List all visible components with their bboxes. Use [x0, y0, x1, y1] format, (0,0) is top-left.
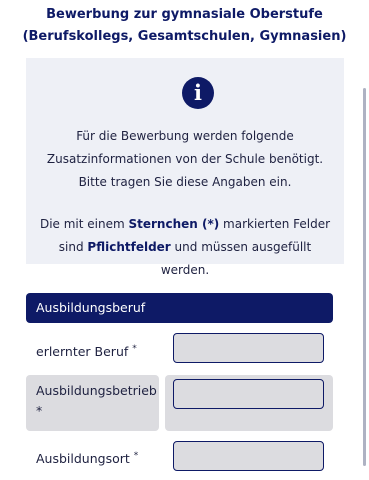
field-label-text: erlernter Beruf	[36, 344, 129, 360]
info-line-5-pre: sind	[58, 240, 88, 254]
erlernter-beruf-input[interactable]	[173, 333, 324, 363]
scrollbar[interactable]	[363, 88, 366, 466]
page-title: Bewerbung zur gymnasiale Oberstufe (Beru…	[0, 4, 369, 48]
info-box: i Für die Bewerbung werden folgende Zusa…	[26, 58, 344, 277]
field-label-ausbildungsbetrieb: Ausbildungsbetrieb *	[36, 381, 157, 421]
required-mark: *	[36, 403, 43, 418]
ausbildungsort-input[interactable]	[173, 441, 324, 471]
info-line-4-pre: Die mit einem	[39, 217, 129, 231]
mandatory-hint: Pflichtfelder	[87, 240, 171, 254]
page-title-line1: Bewerbung zur gymnasiale Oberstufe	[46, 7, 323, 22]
required-hint: Sternchen (*)	[128, 217, 220, 231]
field-label-text: Ausbildungsbetrieb	[36, 383, 157, 398]
field-label-ausbildungsort: Ausbildungsort *	[36, 446, 138, 469]
ausbildungsbetrieb-input[interactable]	[173, 379, 324, 409]
info-line-5-post: und müssen ausgefüllt werden.	[160, 240, 312, 277]
info-line-1: Für die Bewerbung werden folgende	[76, 129, 294, 143]
info-text: Für die Bewerbung werden folgende Zusatz…	[34, 125, 336, 282]
info-line-3: Bitte tragen Sie diese Angaben ein.	[78, 175, 292, 189]
info-icon: i	[182, 77, 214, 109]
required-mark: *	[133, 451, 139, 461]
section-header: Ausbildungsberuf	[26, 293, 333, 323]
info-line-2: Zusatzinformationen von der Schule benöt…	[46, 152, 324, 166]
page-title-line2: (Berufskollegs, Gesamtschulen, Gymnasien…	[22, 29, 347, 44]
field-label-text: Ausbildungsort	[36, 451, 130, 467]
field-label-erlernter-beruf: erlernter Beruf *	[36, 339, 137, 362]
required-mark: *	[132, 344, 137, 354]
info-line-5: sind Pflichtfelder und müssen ausgefüllt…	[34, 236, 336, 282]
info-line-4: Die mit einem Sternchen (*) markierten F…	[34, 213, 336, 236]
info-line-4-post: markierten Felder	[219, 217, 331, 231]
